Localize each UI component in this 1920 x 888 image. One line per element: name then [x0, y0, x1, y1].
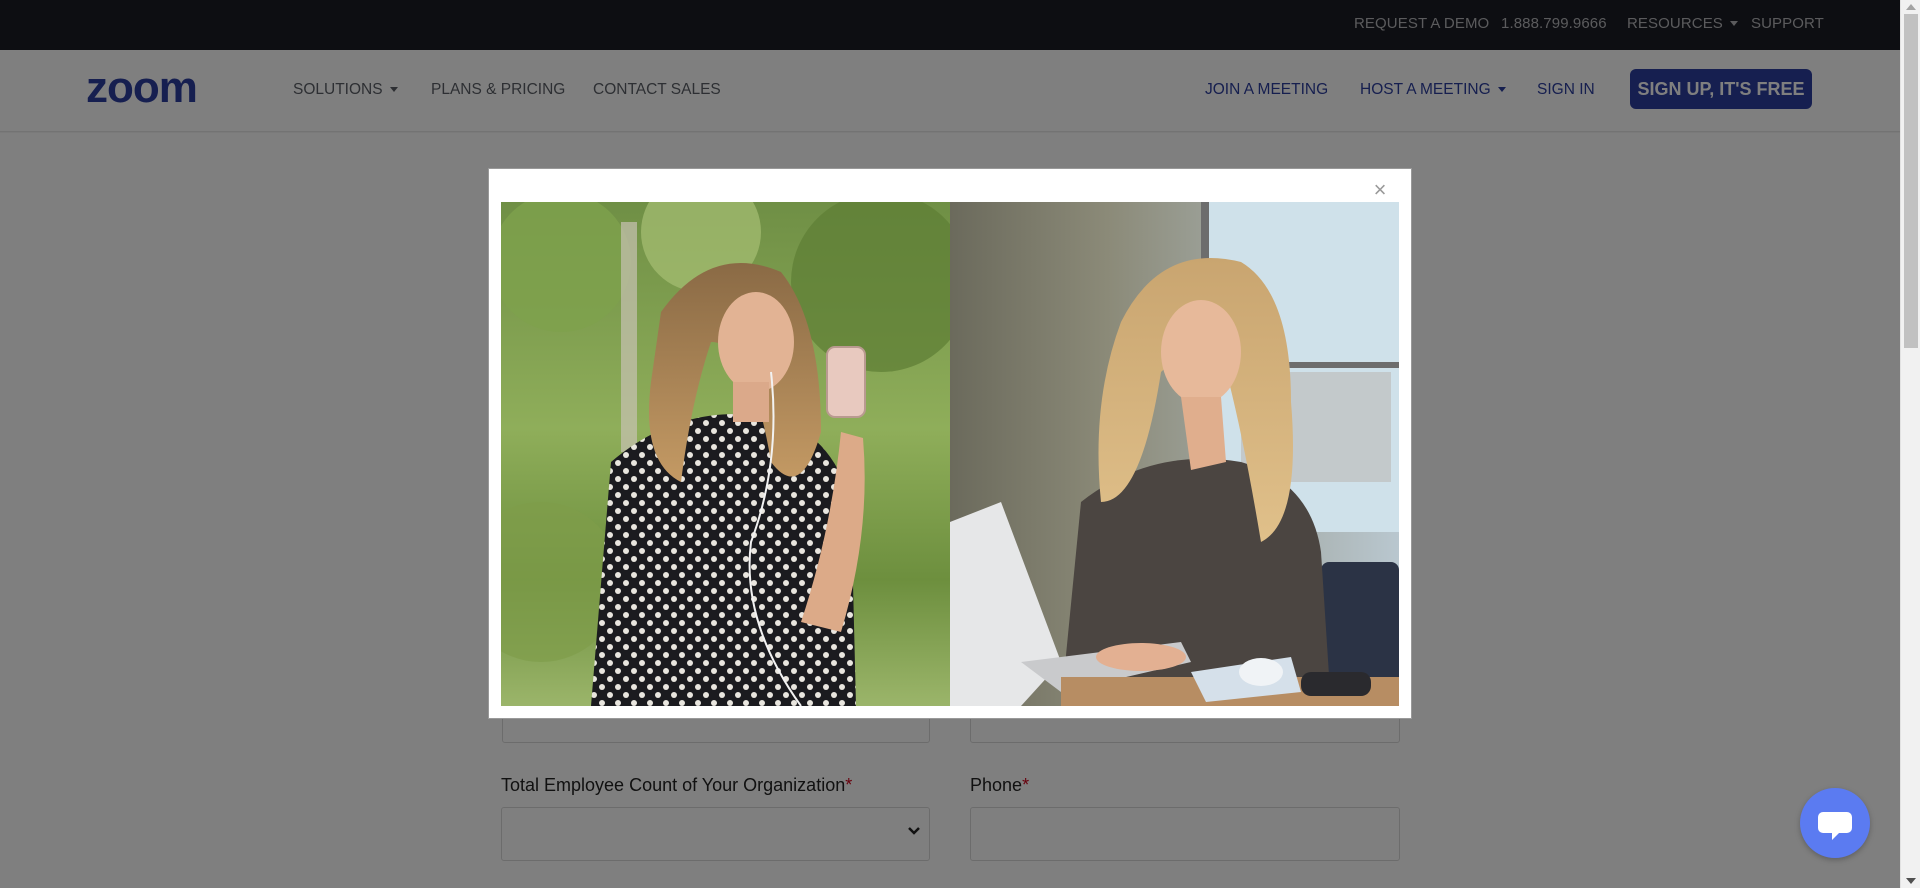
video-call-image: [501, 202, 1399, 706]
scroll-down-icon[interactable]: [1906, 878, 1916, 884]
split-screen-photo: [501, 202, 1399, 706]
scroll-thumb[interactable]: [1904, 14, 1918, 348]
chat-widget-button[interactable]: [1800, 788, 1870, 858]
chat-bubble-icon: [1818, 812, 1852, 840]
scroll-up-icon[interactable]: [1906, 4, 1916, 10]
close-icon[interactable]: ×: [1369, 179, 1391, 201]
page-scrollbar[interactable]: [1900, 0, 1920, 888]
video-modal: ×: [488, 168, 1412, 719]
